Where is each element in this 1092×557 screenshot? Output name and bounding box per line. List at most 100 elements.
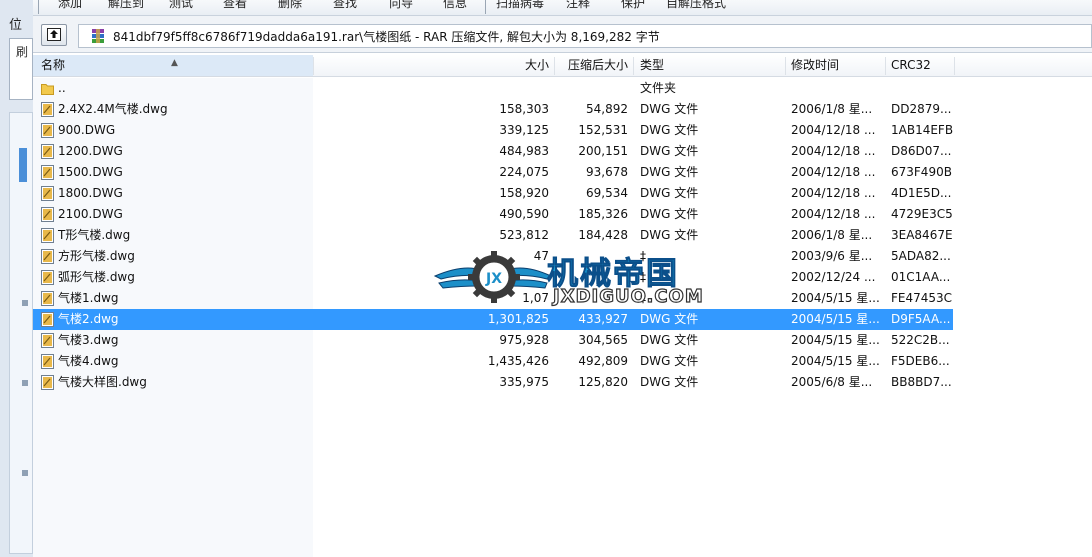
toolbar-separator: [38, 0, 39, 14]
column-separator: [885, 57, 886, 75]
toolbar-comment-button[interactable]: 注释: [566, 0, 590, 11]
background-window-strip: 位 刷: [0, 0, 34, 557]
file-type: DWG 文件: [640, 312, 699, 326]
column-name-header[interactable]: 名称 ▲: [33, 55, 313, 76]
file-type: DWG 文件: [640, 354, 699, 368]
file-row[interactable]: 气楼大样图.dwg 335,975 125,820 DWG 文件 2005/6/8 星.…: [33, 372, 953, 393]
file-size: [314, 78, 549, 99]
file-name: 1500.DWG: [58, 165, 123, 179]
file-row[interactable]: 气楼4.dwg 1,435,426 492,809 DWG 文件 2004/5/15 星…: [33, 351, 953, 372]
file-name: T形气楼.dwg: [58, 228, 131, 242]
file-row[interactable]: 气楼2.dwg 1,301,825 433,927 DWG 文件 2004/5/15 星…: [33, 309, 953, 330]
file-row[interactable]: .. 文件夹: [33, 78, 953, 99]
file-size: 484,983: [499, 144, 549, 158]
sort-ascending-icon: ▲: [171, 58, 178, 68]
background-highlight: [19, 148, 27, 182]
file-crc: 3EA8467E: [891, 228, 953, 242]
toolbar-add-button[interactable]: 添加: [58, 0, 82, 11]
file-crc: D86D07...: [891, 144, 952, 158]
file-type: DWG 文件: [640, 333, 699, 347]
up-folder-button[interactable]: [41, 24, 67, 46]
up-arrow-icon: [47, 28, 61, 41]
file-row[interactable]: 900.DWG 339,125 152,531 DWG 文件 2004/12/18 ..…: [33, 120, 953, 141]
file-size: 1,435,426: [487, 354, 549, 368]
toolbar-find-button[interactable]: 查找: [333, 0, 357, 11]
toolbar-protect-button[interactable]: 保护: [621, 0, 645, 11]
column-modified-header[interactable]: 修改时间: [791, 55, 881, 76]
toolbar-separator: [485, 0, 486, 14]
file-size: 1,301,825: [487, 312, 549, 326]
toolbar-sfx-button[interactable]: 自解压格式: [666, 0, 726, 11]
file-type: DWG 文件: [640, 207, 699, 221]
toolbar-virusscan-button[interactable]: 扫描病毒: [496, 0, 544, 11]
file-type: DWG 文件: [640, 165, 699, 179]
toolbar-info-button[interactable]: 信息: [443, 0, 467, 11]
file-crc: FE47453C: [891, 291, 953, 305]
file-modified: 2004/12/18 ...: [791, 207, 876, 221]
column-type-header[interactable]: 类型: [640, 55, 780, 76]
address-path-field[interactable]: 841dbf79f5ff8c6786f719dadda6a191.rar\气楼图…: [78, 24, 1092, 48]
background-tick: [22, 300, 28, 306]
file-modified: 2004/5/15 星...: [791, 354, 880, 368]
file-type: DWG 文件: [640, 144, 699, 158]
column-size-header[interactable]: 大小: [314, 55, 549, 76]
svg-text:JX: JX: [485, 271, 502, 287]
file-size: 224,075: [499, 165, 549, 179]
dwg-file-icon: [41, 102, 54, 117]
background-field[interactable]: 刷: [9, 38, 33, 100]
file-packed-size: 200,151: [578, 144, 628, 158]
file-row[interactable]: 1200.DWG 484,983 200,151 DWG 文件 2004/12/18 .…: [33, 141, 953, 162]
file-crc: DD2879...: [891, 102, 952, 116]
column-packed-header[interactable]: 压缩后大小: [555, 55, 628, 76]
dwg-file-icon: [41, 291, 54, 306]
file-crc: 1AB14EFB: [891, 123, 954, 137]
column-separator: [954, 57, 955, 75]
file-crc: 4D1E5D...: [891, 186, 952, 200]
column-name-label: 名称: [41, 58, 66, 72]
file-row[interactable]: 气楼3.dwg 975,928 304,565 DWG 文件 2004/5/15 星..…: [33, 330, 953, 351]
column-crc-header[interactable]: CRC32: [891, 55, 951, 76]
toolbar-wizard-button[interactable]: 向导: [389, 0, 413, 11]
column-crc-label: CRC32: [891, 58, 931, 72]
file-row[interactable]: 1800.DWG 158,920 69,534 DWG 文件 2004/12/18 ..…: [33, 183, 953, 204]
file-type: DWG 文件: [640, 375, 699, 389]
file-name: 2100.DWG: [58, 207, 123, 221]
file-packed-size: 433,927: [578, 312, 628, 326]
dwg-file-icon: [41, 375, 54, 390]
file-size: 158,920: [499, 186, 549, 200]
file-modified: 2005/6/8 星...: [791, 375, 873, 389]
toolbar-view-button[interactable]: 查看: [223, 0, 247, 11]
column-packed-label: 压缩后大小: [567, 58, 628, 72]
file-packed-size: 492,809: [578, 354, 628, 368]
file-packed-size: 152,531: [578, 123, 628, 137]
file-size: 975,928: [499, 333, 549, 347]
toolbar-test-button[interactable]: 测试: [169, 0, 193, 11]
file-list: .. 文件夹 2.4X2.4M气楼.dwg 158,303 54,892 DWG 文件 20…: [33, 78, 1092, 557]
file-modified: 2004/12/18 ...: [791, 123, 876, 137]
file-row[interactable]: 2.4X2.4M气楼.dwg 158,303 54,892 DWG 文件 2006/1/…: [33, 99, 953, 120]
file-type: DWG 文件: [640, 228, 699, 242]
dwg-file-icon: [41, 165, 54, 180]
background-field-label: 刷: [16, 45, 29, 59]
file-modified: 2004/5/15 星...: [791, 291, 880, 305]
rar-archive-icon: [92, 29, 104, 43]
toolbar-extract-button[interactable]: 解压到: [108, 0, 144, 11]
file-size: 158,303: [499, 102, 549, 116]
toolbar-delete-button[interactable]: 删除: [278, 0, 302, 11]
dwg-file-icon: [41, 249, 54, 264]
file-size: 339,125: [499, 123, 549, 137]
file-type: DWG 文件: [640, 186, 699, 200]
dwg-file-icon: [41, 144, 54, 159]
dwg-file-icon: [41, 354, 54, 369]
file-row[interactable]: 1500.DWG 224,075 93,678 DWG 文件 2004/12/18 ..…: [33, 162, 953, 183]
file-row[interactable]: T形气楼.dwg 523,812 184,428 DWG 文件 2006/1/8 星..…: [33, 225, 953, 246]
toolbar: 添加 解压到 测试 查看 删除 查找 向导 信息 扫描病毒 注释 保护 自解压格…: [33, 0, 1092, 16]
column-type-label: 类型: [640, 58, 665, 72]
dwg-file-icon: [41, 228, 54, 243]
file-modified: 2006/1/8 星...: [791, 102, 873, 116]
dwg-file-icon: [41, 270, 54, 285]
file-row[interactable]: 2100.DWG 490,590 185,326 DWG 文件 2004/12/18 .…: [33, 204, 953, 225]
column-separator: [785, 57, 786, 75]
file-packed-size: 185,326: [578, 207, 628, 221]
file-modified: 2003/9/6 星...: [791, 249, 873, 263]
